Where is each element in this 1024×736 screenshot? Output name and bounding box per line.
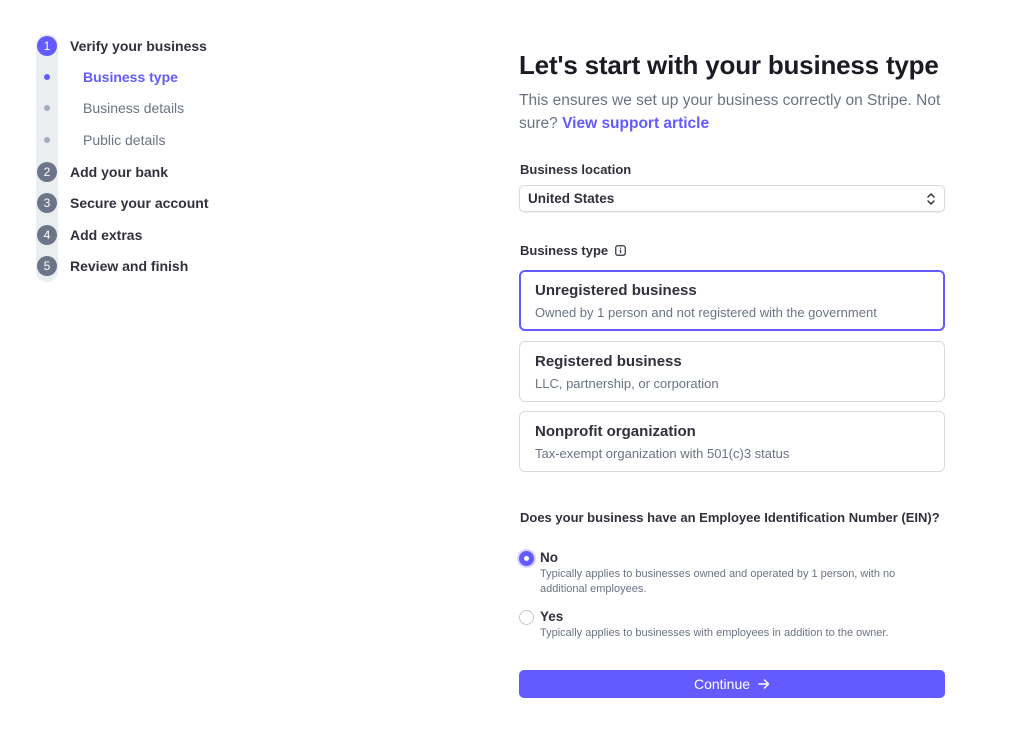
substep-business-type[interactable]: Business type (36, 66, 178, 88)
business-type-label-text: Business type (520, 243, 609, 258)
radio-text: Yes Typically applies to businesses with… (540, 609, 930, 641)
option-description: LLC, partnership, or corporation (535, 376, 719, 391)
option-title: Nonprofit organization (535, 423, 696, 440)
business-location-value: United States (528, 191, 615, 206)
step-verify-business[interactable]: 1 Verify your business (36, 35, 207, 57)
step-number-badge: 5 (37, 256, 57, 276)
page-subtitle: This ensures we set up your business cor… (519, 89, 945, 135)
step-secure-account[interactable]: 3 Secure your account (36, 192, 209, 214)
substep-public-details[interactable]: Public details (36, 129, 166, 151)
ein-question: Does your business have an Employee Iden… (520, 510, 940, 525)
option-description: Owned by 1 person and not registered wit… (535, 305, 877, 320)
business-location-label: Business location (520, 162, 632, 177)
ein-option-yes[interactable]: Yes Typically applies to businesses with… (519, 609, 930, 641)
radio-label: Yes (540, 609, 564, 624)
business-type-form: Let's start with your business type This… (519, 50, 945, 698)
business-type-option-nonprofit[interactable]: Nonprofit organization Tax-exempt organi… (519, 411, 945, 472)
step-label: Review and finish (70, 258, 189, 274)
arrow-right-icon (758, 679, 770, 689)
substep-dot (44, 137, 50, 143)
radio-label: No (540, 550, 558, 565)
substep-label: Business details (83, 100, 185, 116)
business-type-label: Business type (520, 243, 627, 258)
option-title: Registered business (535, 353, 682, 370)
step-label: Add extras (70, 227, 143, 243)
ein-option-no[interactable]: No Typically applies to businesses owned… (519, 550, 930, 597)
substep-business-details[interactable]: Business details (36, 97, 184, 119)
step-label: Verify your business (70, 38, 207, 54)
step-number-badge: 1 (37, 36, 57, 56)
radio-description: Typically applies to businesses owned an… (540, 568, 896, 595)
substep-dot (44, 74, 50, 80)
info-icon[interactable] (615, 245, 627, 256)
substep-label: Business type (83, 69, 178, 85)
support-article-link[interactable]: View support article (562, 115, 709, 132)
step-number-badge: 2 (37, 162, 57, 182)
option-description: Tax-exempt organization with 501(c)3 sta… (535, 446, 790, 461)
radio-button[interactable] (519, 610, 534, 625)
radio-description: Typically applies to businesses with emp… (540, 627, 889, 639)
continue-button[interactable]: Continue (519, 670, 945, 698)
step-number-badge: 4 (37, 225, 57, 245)
radio-text: No Typically applies to businesses owned… (540, 550, 930, 597)
substep-dot (44, 105, 50, 111)
business-type-option-registered[interactable]: Registered business LLC, partnership, or… (519, 341, 945, 402)
step-label: Add your bank (70, 164, 169, 180)
step-number-badge: 3 (37, 193, 57, 213)
business-type-option-unregistered[interactable]: Unregistered business Owned by 1 person … (519, 270, 945, 331)
continue-label: Continue (693, 676, 751, 692)
radio-button-checked[interactable] (519, 551, 534, 566)
chevron-up-down-icon (927, 193, 935, 205)
step-label: Secure your account (70, 195, 209, 211)
business-location-select[interactable]: United States (519, 185, 945, 212)
step-add-extras[interactable]: 4 Add extras (36, 224, 142, 246)
page-title: Let's start with your business type (519, 50, 939, 80)
substep-label: Public details (83, 132, 166, 148)
option-title: Unregistered business (535, 282, 697, 299)
step-add-bank[interactable]: 2 Add your bank (36, 161, 168, 183)
step-review-finish[interactable]: 5 Review and finish (36, 255, 188, 277)
